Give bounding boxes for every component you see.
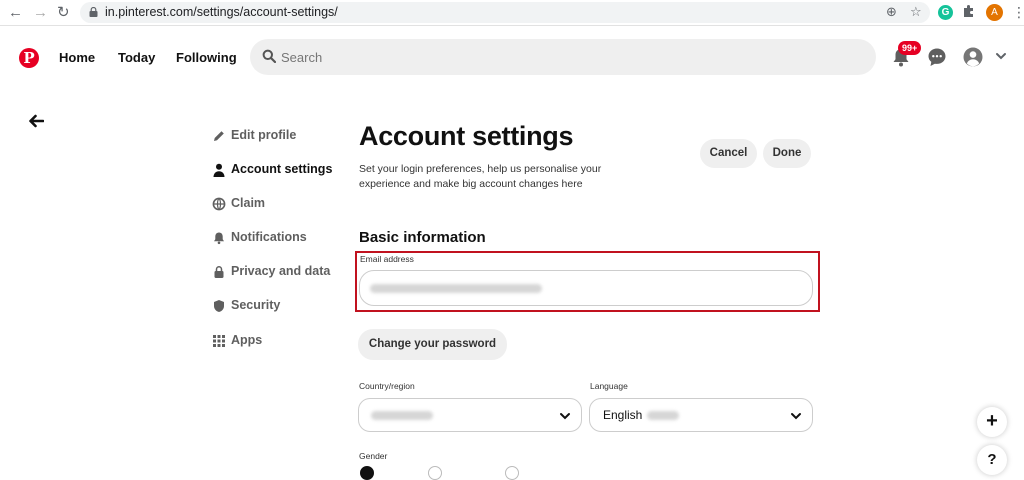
help-button[interactable]: ? — [977, 445, 1007, 475]
done-button[interactable]: Done — [763, 139, 811, 168]
nav-today[interactable]: Today — [118, 50, 155, 65]
lock-icon — [214, 266, 224, 278]
back-arrow-icon[interactable] — [28, 114, 44, 128]
country-select[interactable] — [358, 398, 582, 432]
search-icon — [262, 49, 276, 63]
change-password-button[interactable]: Change your password — [358, 329, 507, 360]
add-button[interactable]: + — [977, 407, 1007, 437]
person-icon — [213, 163, 225, 177]
sidebar-item-label: Security — [231, 298, 281, 312]
sidebar-item-label: Claim — [231, 196, 266, 210]
email-label: Email address — [360, 254, 414, 264]
reload-icon[interactable]: ↻ — [57, 4, 70, 22]
chevron-down-icon — [560, 413, 570, 420]
site-header: P Home Today Following Search 99+ — [0, 38, 1024, 78]
sidebar-item-label: Notifications — [231, 230, 307, 244]
extensions-puzzle-icon[interactable] — [962, 4, 976, 18]
language-region-redacted — [647, 411, 679, 420]
cancel-button[interactable]: Cancel — [700, 139, 757, 168]
star-icon[interactable]: ☆ — [910, 4, 922, 20]
browser-profile-avatar[interactable]: A — [986, 4, 1003, 21]
language-label: Language — [590, 381, 628, 391]
sidebar-item-label: Edit profile — [231, 128, 297, 142]
basic-information-heading: Basic information — [359, 229, 486, 246]
language-value: English — [603, 408, 643, 422]
sidebar-item-label: Apps — [231, 333, 263, 347]
browser-menu-icon[interactable]: ⋮ — [1012, 4, 1024, 21]
shield-icon — [214, 300, 224, 312]
forward-arrow-icon[interactable]: → — [33, 4, 48, 22]
gender-radio-option[interactable] — [428, 466, 442, 480]
account-menu-chevron-icon[interactable] — [995, 50, 1007, 62]
add-tab-icon[interactable]: ⊕ — [886, 4, 897, 20]
grammarly-extension-icon[interactable]: G — [938, 5, 953, 20]
country-value-redacted — [371, 411, 433, 420]
page-title: Account settings — [359, 121, 574, 151]
chevron-down-icon — [791, 413, 801, 420]
sidebar-item-label: Privacy and data — [231, 264, 331, 278]
sidebar-item-label: Account settings — [231, 162, 333, 176]
globe-icon — [212, 197, 226, 211]
back-arrow-icon[interactable]: ← — [8, 4, 23, 22]
search-placeholder: Search — [281, 50, 323, 65]
country-label: Country/region — [359, 381, 415, 391]
gender-radio-option[interactable] — [505, 466, 519, 480]
messages-icon[interactable] — [926, 46, 948, 68]
page-subtitle: Set your login preferences, help us pers… — [359, 163, 602, 190]
email-field[interactable] — [359, 270, 813, 306]
email-value-redacted — [370, 284, 542, 293]
search-input[interactable]: Search — [250, 39, 876, 75]
language-select[interactable]: English — [589, 398, 813, 432]
browser-toolbar: ← → ↻ in.pinterest.com/settings/account-… — [0, 0, 1024, 26]
url-text: in.pinterest.com/settings/account-settin… — [105, 5, 338, 19]
pencil-icon — [214, 131, 224, 141]
gender-label: Gender — [359, 451, 388, 461]
bell-icon — [214, 232, 224, 245]
gender-radio-option[interactable] — [360, 466, 374, 480]
lock-icon — [89, 7, 98, 17]
nav-home[interactable]: Home — [59, 50, 95, 65]
pinterest-logo-icon[interactable]: P — [19, 48, 39, 68]
address-bar[interactable]: in.pinterest.com/settings/account-settin… — [80, 2, 930, 23]
grid-icon — [213, 335, 225, 347]
notifications-badge: 99+ — [898, 41, 922, 55]
nav-following[interactable]: Following — [176, 50, 237, 65]
profile-avatar-icon[interactable] — [962, 46, 984, 68]
